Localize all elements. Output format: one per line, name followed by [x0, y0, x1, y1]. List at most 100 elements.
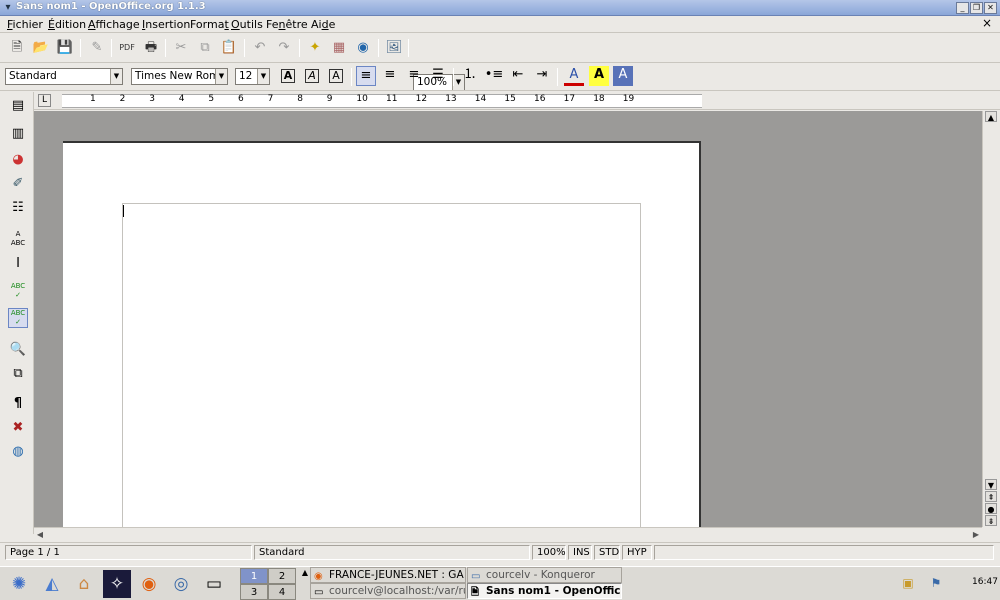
insert-icon[interactable]: ▤	[8, 96, 28, 116]
autospellcheck-icon[interactable]: ABC ✓	[8, 308, 28, 328]
horizontal-scrollbar[interactable]: ◀ ▶	[34, 527, 982, 541]
show-desktop-icon[interactable]: ◭	[38, 570, 66, 598]
highlight-button[interactable]: A	[589, 66, 609, 86]
align-left-button[interactable]: ≡	[356, 66, 376, 86]
desktop-2[interactable]: 2	[268, 568, 296, 584]
zoom-status[interactable]: 100%	[532, 545, 566, 560]
underline-button[interactable]: A	[326, 66, 346, 86]
task-firefox[interactable]: ◉ FRANCE-JEUNES.NET : GA	[310, 567, 466, 583]
form-functions-icon[interactable]: ☷	[8, 198, 28, 218]
draw-functions-icon[interactable]: ✐	[8, 174, 28, 194]
scroll-left-icon[interactable]: ◀	[34, 529, 46, 541]
numbering-icon[interactable]: ⒈	[460, 66, 480, 86]
insert-mode-status[interactable]: INS	[568, 545, 592, 560]
paste-icon[interactable]: 📋	[219, 38, 239, 58]
insert-objects-icon[interactable]: ◕	[8, 150, 28, 170]
menu-format[interactable]: Format	[190, 18, 229, 31]
task-openoffice[interactable]: 🗎 Sans nom1 - OpenOffice.or	[467, 583, 622, 599]
terminal-icon[interactable]: ▭	[200, 570, 228, 598]
desktop-4[interactable]: 4	[268, 584, 296, 600]
minimize-button[interactable]: _	[956, 2, 969, 14]
vertical-scrollbar[interactable]: ▲ ▼ ⇞ ● ⇟	[982, 111, 1000, 527]
hyperlink-mode-status[interactable]: HYP	[622, 545, 652, 560]
next-page-icon[interactable]: ⇟	[985, 515, 997, 526]
justify-button[interactable]: ☰	[428, 66, 448, 86]
desktop-1[interactable]: 1	[240, 568, 268, 584]
maximize-button[interactable]: ❐	[970, 2, 983, 14]
home-icon[interactable]: ⌂	[70, 570, 98, 598]
scroll-right-icon[interactable]: ▶	[970, 529, 982, 541]
chevron-down-icon[interactable]: ▼	[110, 69, 122, 84]
spellcheck-icon[interactable]: ABC ✓	[8, 282, 28, 302]
document-page[interactable]	[63, 141, 701, 527]
selection-mode-status[interactable]: STD	[594, 545, 620, 560]
save-icon[interactable]: 💾	[55, 38, 75, 58]
tab-selector[interactable]: L	[38, 94, 51, 107]
char-background-button[interactable]: A	[613, 66, 633, 86]
redo-icon[interactable]: ↷	[274, 38, 294, 58]
increase-indent-icon[interactable]: ⇥	[532, 66, 552, 86]
menu-aide[interactable]: Aide	[311, 18, 335, 31]
document-area[interactable]	[34, 111, 982, 527]
cut-icon[interactable]: ✂	[171, 38, 191, 58]
menu-affichage[interactable]: Affichage	[88, 18, 140, 31]
decrease-indent-icon[interactable]: ⇤	[508, 66, 528, 86]
firefox-icon[interactable]: ◉	[135, 570, 163, 598]
close-window-button[interactable]: ✕	[984, 2, 997, 14]
close-document-button[interactable]: ×	[982, 16, 992, 30]
menu-edition[interactable]: Édition	[48, 18, 86, 31]
previous-page-icon[interactable]: ⇞	[985, 491, 997, 502]
window-menu-icon[interactable]: ▾	[2, 2, 14, 14]
export-pdf-icon[interactable]: PDF	[117, 38, 137, 58]
nonprinting-chars-icon[interactable]: ¶	[8, 394, 28, 414]
edit-file-icon[interactable]: ✎	[87, 38, 107, 58]
task-group-icon[interactable]: ▲	[300, 568, 310, 578]
page-style[interactable]: Standard	[254, 545, 530, 560]
paragraph-style-combo[interactable]: Standard ▼	[5, 68, 123, 85]
menu-fenetre[interactable]: Fenêtre	[266, 18, 308, 31]
chevron-down-icon[interactable]: ▼	[215, 69, 227, 84]
kde-menu-icon[interactable]: ✺	[5, 570, 33, 598]
insert-fields-icon[interactable]: ▥	[8, 124, 28, 144]
table-icon[interactable]: ▦	[329, 38, 349, 58]
desktop-3[interactable]: 3	[240, 584, 268, 600]
title-bar[interactable]: ▾ Sans nom1 - OpenOffice.org 1.1.3 _ ❐ ✕	[0, 0, 1000, 16]
network-icon[interactable]: ⚑	[928, 575, 944, 591]
task-konqueror[interactable]: ▭ courcelv - Konqueror	[467, 567, 622, 583]
task-terminal[interactable]: ▭ courcelv@localhost:/var/run/	[310, 583, 466, 599]
data-sources-icon[interactable]: ⧉	[8, 364, 28, 384]
online-layout-icon[interactable]: ◍	[8, 442, 28, 462]
italic-button[interactable]: A	[302, 66, 322, 86]
menu-outils[interactable]: Outils	[231, 18, 263, 31]
konqueror-icon[interactable]: ✧	[103, 570, 131, 598]
menu-fichier[interactable]: Fichier	[7, 18, 43, 31]
bullets-icon[interactable]: •≡	[484, 66, 504, 86]
chevron-down-icon[interactable]: ▼	[257, 69, 269, 84]
graphics-off-icon[interactable]: ✖	[8, 418, 28, 438]
clock[interactable]: 16:47	[972, 577, 998, 587]
align-center-button[interactable]: ≡	[380, 66, 400, 86]
copy-icon[interactable]: ⧉	[195, 38, 215, 58]
print-icon[interactable]: 🖶	[141, 38, 161, 58]
scroll-down-icon[interactable]: ▼	[985, 479, 997, 490]
navigator-icon[interactable]: ✦	[305, 38, 325, 58]
klipper-icon[interactable]: ▣	[900, 575, 916, 591]
menu-insertion[interactable]: Insertion	[142, 18, 190, 31]
text-cursor-icon[interactable]: I	[8, 254, 28, 274]
align-right-button[interactable]: ≡	[404, 66, 424, 86]
scroll-up-icon[interactable]: ▲	[985, 111, 997, 122]
font-name-combo[interactable]: Times New Roman ▼	[131, 68, 228, 85]
font-color-button[interactable]: A	[564, 66, 584, 86]
font-size-combo[interactable]: 12 ▼	[235, 68, 270, 85]
navigation-icon[interactable]: ●	[985, 503, 997, 514]
gallery-icon[interactable]: ◉	[353, 38, 373, 58]
horizontal-ruler[interactable]: L 1 2 3 4 5 6 7 8 9 10 11 12 13 14 15 16 17 18 19	[34, 92, 1000, 110]
thunderbird-icon[interactable]: ◎	[167, 570, 195, 598]
undo-icon[interactable]: ↶	[250, 38, 270, 58]
data-sources-icon[interactable]: 🖼	[384, 38, 404, 58]
bold-button[interactable]: A	[278, 66, 298, 86]
open-folder-icon[interactable]: 📂	[31, 38, 51, 58]
new-document-icon[interactable]: 🗎	[7, 38, 27, 58]
find-replace-icon[interactable]: 🔍	[8, 340, 28, 360]
autocorrect-icon[interactable]: A ABC	[8, 230, 28, 250]
